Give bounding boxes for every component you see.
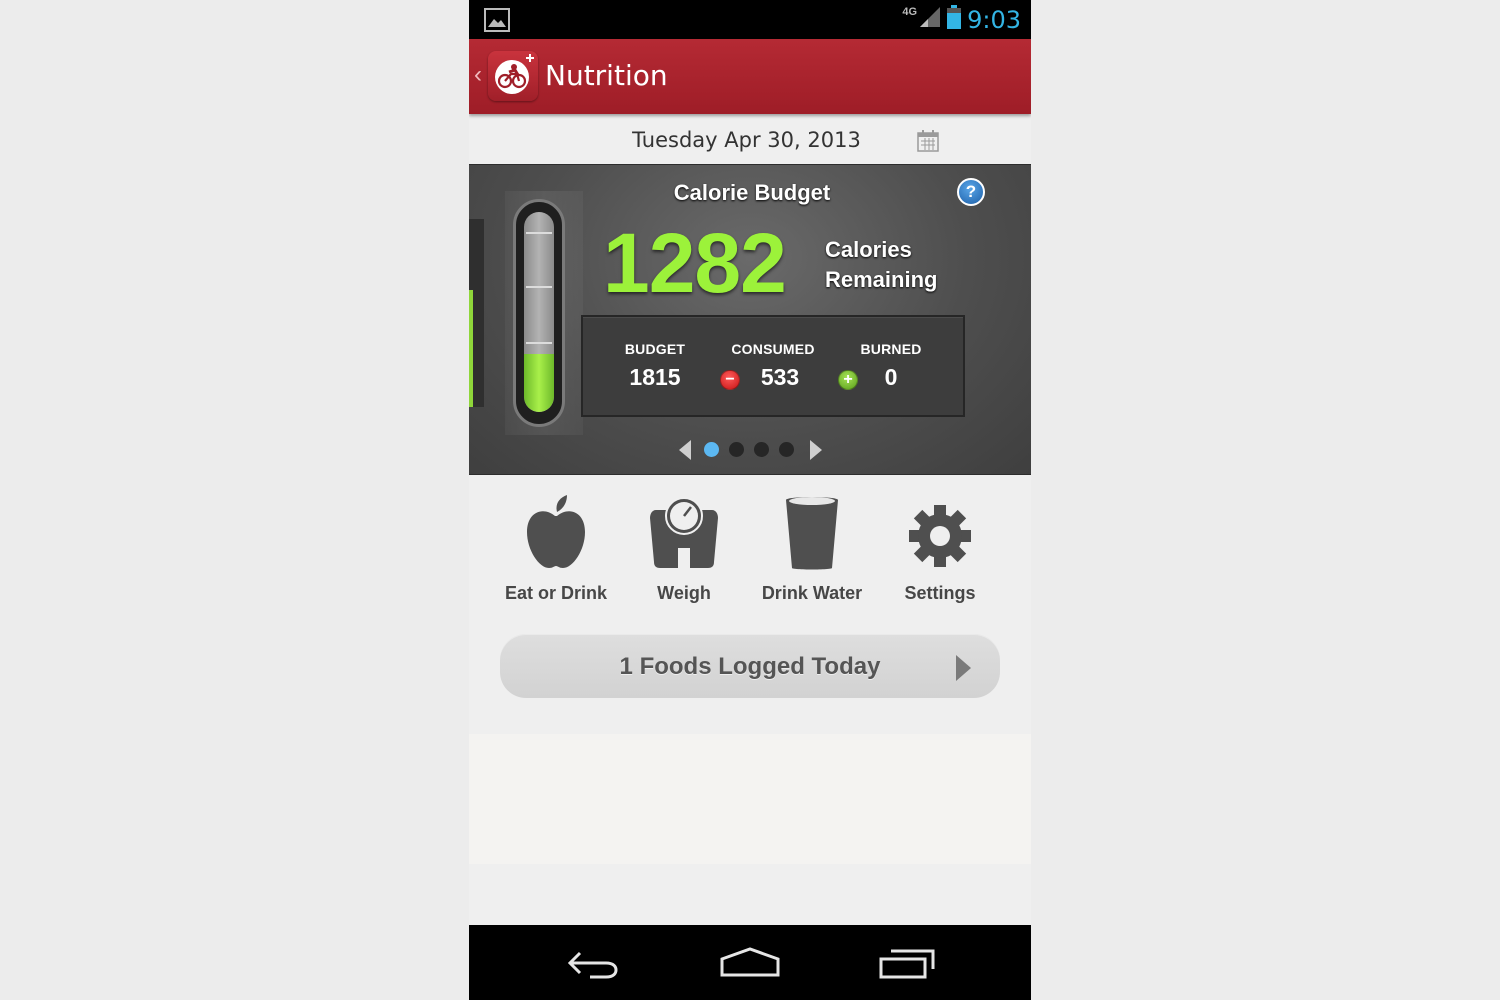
gauge-tube [524,212,554,412]
quick-actions: Eat or Drink Weigh Drink Water Settings [469,480,1031,620]
action-bar: ‹ Nutrition [469,39,1031,114]
page-indicator [677,439,827,461]
up-chevron-icon[interactable]: ‹ [474,61,482,89]
budget-label: BUDGET [624,341,686,357]
gear-icon [909,505,971,567]
pager-dot[interactable] [729,442,744,457]
pager-right-arrow-icon[interactable] [810,440,822,460]
pager-left-arrow-icon[interactable] [679,440,691,460]
previous-page-tab[interactable] [469,219,484,407]
phone-screen: 4G 9:03 ‹ Nutrition Tuesday Apr 30, 2013… [469,0,1031,1000]
consumed-label: CONSUMED [731,341,815,357]
status-time: 9:03 [967,5,1021,34]
weigh-button[interactable]: Weigh [620,480,748,610]
signal-icon [919,6,941,33]
calorie-stats-box: BUDGET 1815 CONSUMED 533 − BURNED 0 + [581,315,965,417]
apple-icon [527,495,585,568]
gauge-tick [526,232,552,234]
network-type-label: 4G [902,5,918,18]
budget-stat: BUDGET 1815 [613,341,697,391]
burned-stat: BURNED 0 [849,341,933,391]
action-label: Drink Water [761,583,863,603]
settings-button[interactable]: Settings [876,480,1004,610]
calorie-gauge [505,191,583,435]
action-label: Weigh [657,583,711,603]
budget-value: 1815 [629,364,681,390]
plus-icon: + [838,370,858,390]
calories-remaining-label: Calories Remaining [825,237,938,292]
burned-value: 0 [884,364,898,390]
foods-logged-label: 1 Foods Logged Today [619,653,881,680]
left-tab-fill [469,290,473,407]
system-nav-bar [469,925,1031,1000]
pager-dot[interactable] [754,442,769,457]
battery-icon [947,5,962,34]
back-icon[interactable] [566,943,622,988]
gauge-tick [526,342,552,344]
pager-dot[interactable] [704,442,719,457]
action-label: Settings [904,583,976,603]
recent-apps-icon[interactable] [879,943,937,988]
scale-icon [650,497,718,568]
date-label: Tuesday Apr 30, 2013 [632,128,861,152]
gauge-level [524,354,554,412]
minus-icon: − [720,370,740,390]
chevron-right-icon [956,655,971,681]
blank-content-area [469,734,1031,864]
calorie-budget-panel[interactable]: Calorie Budget ? 1282 Calories Remaining… [469,164,1031,475]
help-button[interactable]: ? [957,178,985,206]
glass-icon [786,497,838,570]
pager-dot[interactable] [779,442,794,457]
calorie-budget-title: Calorie Budget [673,180,831,205]
home-icon[interactable] [720,943,780,988]
burned-label: BURNED [860,341,922,357]
drink-water-button[interactable]: Drink Water [748,480,876,610]
calendar-icon[interactable] [917,130,939,157]
date-row: Tuesday Apr 30, 2013 [469,114,1031,164]
calories-remaining-value: 1282 [603,216,787,310]
foods-logged-button[interactable]: 1 Foods Logged Today [500,634,1000,698]
status-bar: 4G 9:03 [469,0,1031,39]
gauge-tick [526,286,552,288]
gallery-icon [484,8,510,37]
eat-or-drink-button[interactable]: Eat or Drink [492,480,620,610]
action-label: Eat or Drink [504,583,608,603]
app-logo-icon[interactable] [488,51,538,101]
screen-title: Nutrition [545,59,668,92]
